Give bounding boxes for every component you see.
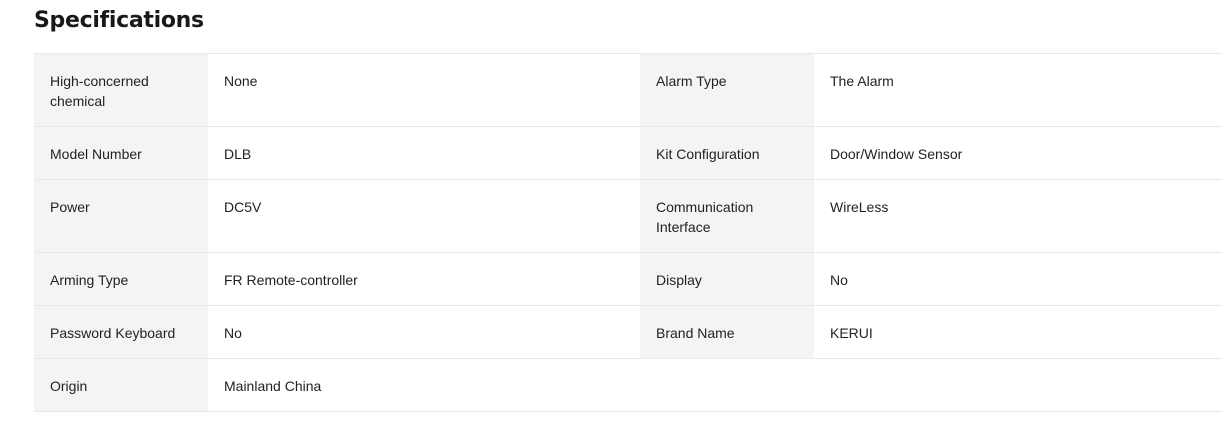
spec-value: KERUI xyxy=(814,306,1222,358)
spec-value: WireLess xyxy=(814,180,1222,252)
spec-key: Power xyxy=(34,180,208,252)
spec-key: Password Keyboard xyxy=(34,306,208,358)
spec-key: Brand Name xyxy=(640,306,814,358)
spec-key: Kit Configuration xyxy=(640,127,814,179)
spec-value: Door/Window Sensor xyxy=(814,127,1222,179)
table-row: Model Number DLB Kit Configuration Door/… xyxy=(34,127,1222,180)
spec-value: The Alarm xyxy=(814,54,1222,126)
spec-key: Alarm Type xyxy=(640,54,814,126)
table-row: Arming Type FR Remote-controller Display… xyxy=(34,253,1222,306)
specifications-table: High-concerned chemical None Alarm Type … xyxy=(34,53,1222,412)
spec-key: Communication Interface xyxy=(640,180,814,252)
spec-key: Model Number xyxy=(34,127,208,179)
spec-value: FR Remote-controller xyxy=(208,253,640,305)
spec-value: Mainland China xyxy=(208,359,640,411)
spec-key: Arming Type xyxy=(34,253,208,305)
table-row: Power DC5V Communication Interface WireL… xyxy=(34,180,1222,253)
spec-value: None xyxy=(208,54,640,126)
spec-key: Origin xyxy=(34,359,208,411)
spec-value: No xyxy=(208,306,640,358)
table-row: Origin Mainland China xyxy=(34,359,1222,412)
spec-key: High-concerned chemical xyxy=(34,54,208,126)
table-row: Password Keyboard No Brand Name KERUI xyxy=(34,306,1222,359)
table-row: High-concerned chemical None Alarm Type … xyxy=(34,54,1222,127)
spec-key: Display xyxy=(640,253,814,305)
spec-value: DC5V xyxy=(208,180,640,252)
section-title: Specifications xyxy=(34,8,204,33)
specifications-page: Specifications High-concerned chemical N… xyxy=(0,0,1222,439)
spec-value: No xyxy=(814,253,1222,305)
spec-value: DLB xyxy=(208,127,640,179)
